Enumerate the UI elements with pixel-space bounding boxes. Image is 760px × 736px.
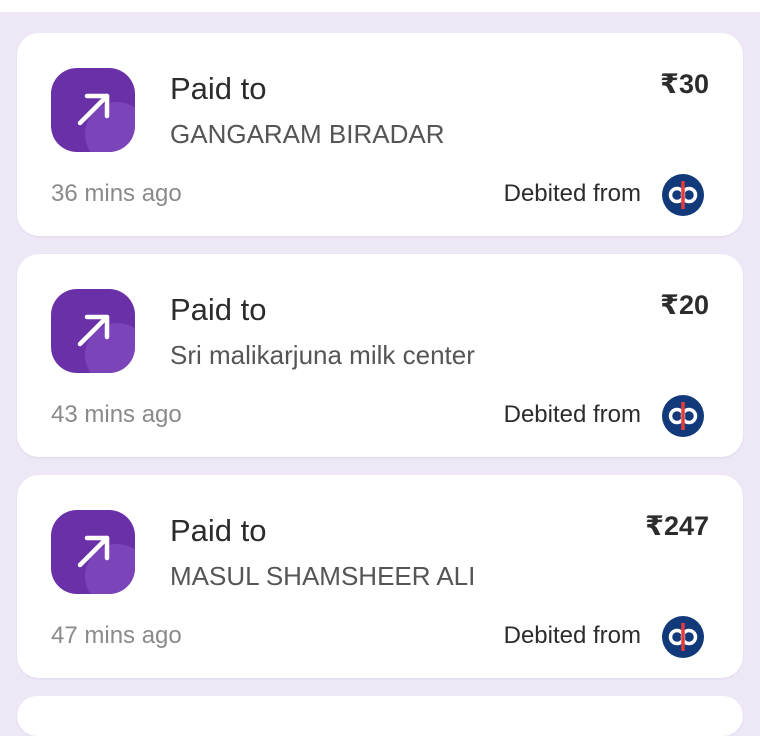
arrow-up-right-icon: [51, 510, 135, 594]
transaction-card[interactable]: Paid to MASUL SHAMSHEER ALI ₹247 47 mins…: [17, 475, 743, 678]
transaction-card[interactable]: Paid to Sri malikarjuna milk center ₹20 …: [17, 254, 743, 457]
bank-logo-icon: [662, 174, 704, 216]
bank-logo-icon: [662, 616, 704, 658]
top-strip: [0, 0, 760, 12]
payee-name: MASUL SHAMSHEER ALI: [170, 561, 476, 591]
arrow-up-right-icon: [51, 289, 135, 373]
debited-from-label: Debited from: [503, 180, 641, 207]
transaction-card[interactable]: Paid to GANGARAM BIRADAR ₹30 36 mins ago…: [17, 33, 743, 236]
arrow-up-right-icon: [51, 68, 135, 152]
amount: ₹247: [645, 511, 709, 541]
paid-to-label: Paid to: [170, 71, 267, 106]
debited-from-label: Debited from: [503, 401, 641, 428]
timestamp: 36 mins ago: [51, 180, 182, 207]
paid-to-label: Paid to: [170, 292, 267, 327]
amount: ₹20: [660, 290, 709, 320]
transaction-card-partial[interactable]: [17, 696, 743, 736]
timestamp: 47 mins ago: [51, 622, 182, 649]
payee-name: Sri malikarjuna milk center: [170, 340, 475, 370]
debited-from-label: Debited from: [503, 622, 641, 649]
paid-to-label: Paid to: [170, 513, 267, 548]
amount: ₹30: [660, 69, 709, 99]
payee-name: GANGARAM BIRADAR: [170, 119, 445, 149]
timestamp: 43 mins ago: [51, 401, 182, 428]
bank-logo-icon: [662, 395, 704, 437]
transaction-list: Paid to GANGARAM BIRADAR ₹30 36 mins ago…: [17, 33, 743, 736]
